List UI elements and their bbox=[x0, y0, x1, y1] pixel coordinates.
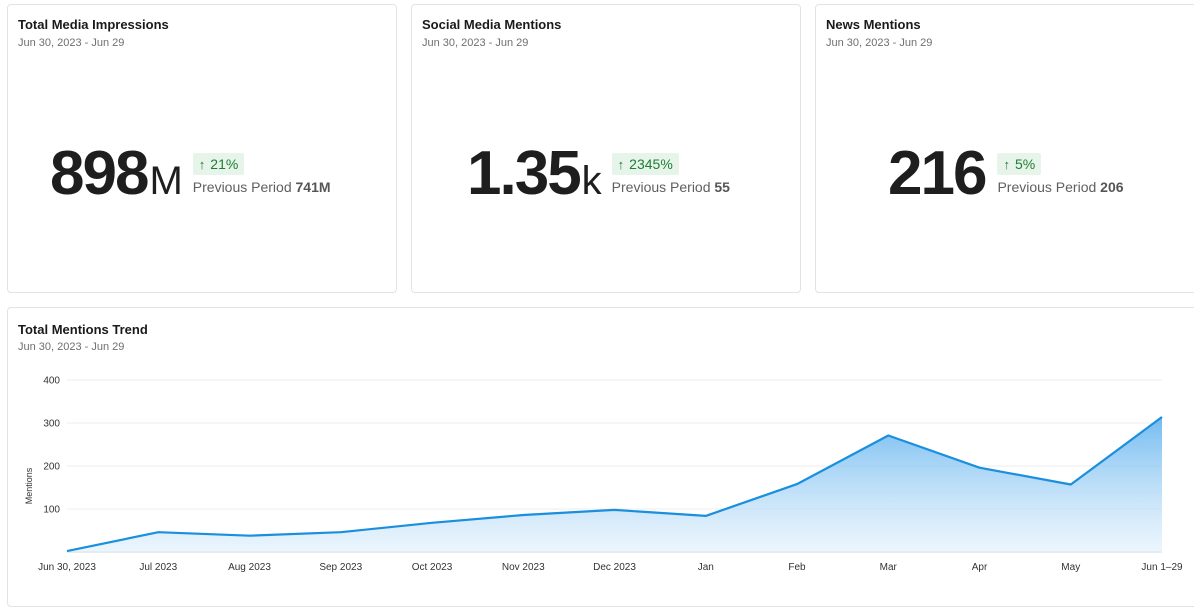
previous-value: 206 bbox=[1100, 179, 1123, 195]
previous-label: Previous Period bbox=[997, 179, 1096, 195]
y-tick-label: 200 bbox=[43, 462, 60, 473]
change-badge: ↑ 5% bbox=[997, 153, 1041, 175]
previous-value: 55 bbox=[714, 179, 730, 195]
previous-value: 741M bbox=[296, 179, 331, 195]
y-tick-label: 400 bbox=[43, 376, 60, 387]
social-mentions-card: Social Media Mentions Jun 30, 2023 - Jun… bbox=[411, 4, 801, 293]
metric-unit: k bbox=[582, 159, 602, 203]
change-value: 2345% bbox=[629, 156, 673, 172]
metric-comparison: ↑ 21% Previous Period 741M bbox=[193, 153, 331, 195]
metric-value: 216 bbox=[888, 143, 987, 205]
previous-label: Previous Period bbox=[612, 179, 711, 195]
metric: 216 ↑ 5% Previous Period 206 bbox=[888, 143, 1124, 205]
card-title: Social Media Mentions bbox=[422, 17, 561, 32]
x-tick-label: Apr bbox=[972, 562, 988, 573]
x-tick-label: Jan bbox=[698, 562, 714, 573]
change-badge: ↑ 2345% bbox=[612, 153, 679, 175]
x-tick-label: Oct 2023 bbox=[412, 562, 453, 573]
card-title: News Mentions bbox=[826, 17, 921, 32]
card-date-range: Jun 30, 2023 - Jun 29 bbox=[826, 37, 932, 49]
change-badge: ↑ 21% bbox=[193, 153, 245, 175]
arrow-up-icon: ↑ bbox=[1003, 157, 1010, 172]
arrow-up-icon: ↑ bbox=[618, 157, 625, 172]
previous-period: Previous Period 206 bbox=[997, 179, 1123, 195]
metric: 1.35k ↑ 2345% Previous Period 55 bbox=[467, 143, 730, 205]
trend-card: Total Mentions Trend Jun 30, 2023 - Jun … bbox=[7, 307, 1194, 607]
x-tick-label: Sep 2023 bbox=[319, 562, 362, 573]
metric-number: 1.35 bbox=[467, 139, 580, 208]
x-tick-label: Aug 2023 bbox=[228, 562, 271, 573]
news-mentions-card: News Mentions Jun 30, 2023 - Jun 29 216 … bbox=[815, 4, 1194, 293]
card-date-range: Jun 30, 2023 - Jun 29 bbox=[422, 37, 528, 49]
x-tick-label: Jun 1–29 bbox=[1141, 562, 1183, 573]
card-title: Total Media Impressions bbox=[18, 17, 169, 32]
trend-area bbox=[67, 417, 1162, 552]
metric-value: 898M bbox=[50, 143, 183, 205]
metric-comparison: ↑ 2345% Previous Period 55 bbox=[612, 153, 730, 195]
x-tick-label: Feb bbox=[788, 562, 806, 573]
card-date-range: Jun 30, 2023 - Jun 29 bbox=[18, 37, 124, 49]
metric-value: 1.35k bbox=[467, 143, 602, 205]
change-value: 21% bbox=[210, 156, 238, 172]
metric-comparison: ↑ 5% Previous Period 206 bbox=[997, 153, 1123, 195]
y-axis-label: Mentions bbox=[24, 467, 34, 504]
x-tick-label: Mar bbox=[880, 562, 898, 573]
y-tick-label: 100 bbox=[43, 505, 60, 516]
metric: 898M ↑ 21% Previous Period 741M bbox=[50, 143, 331, 205]
x-tick-label: Nov 2023 bbox=[502, 562, 545, 573]
impressions-card: Total Media Impressions Jun 30, 2023 - J… bbox=[7, 4, 397, 293]
previous-period: Previous Period 55 bbox=[612, 179, 730, 195]
x-tick-label: May bbox=[1061, 562, 1080, 573]
metric-number: 216 bbox=[888, 139, 985, 208]
mentions-trend-chart: 100 200 300 400 Jun 30, 2023 Jul 2023 Aug 202… bbox=[8, 308, 1194, 598]
y-tick-label: 300 bbox=[43, 419, 60, 430]
previous-label: Previous Period bbox=[193, 179, 292, 195]
metric-number: 898 bbox=[50, 139, 147, 208]
arrow-up-icon: ↑ bbox=[199, 157, 206, 172]
x-tick-label: Jun 30, 2023 bbox=[38, 562, 96, 573]
x-tick-label: Dec 2023 bbox=[593, 562, 636, 573]
change-value: 5% bbox=[1015, 156, 1035, 172]
previous-period: Previous Period 741M bbox=[193, 179, 331, 195]
metric-unit: M bbox=[149, 159, 182, 203]
x-tick-label: Jul 2023 bbox=[139, 562, 177, 573]
